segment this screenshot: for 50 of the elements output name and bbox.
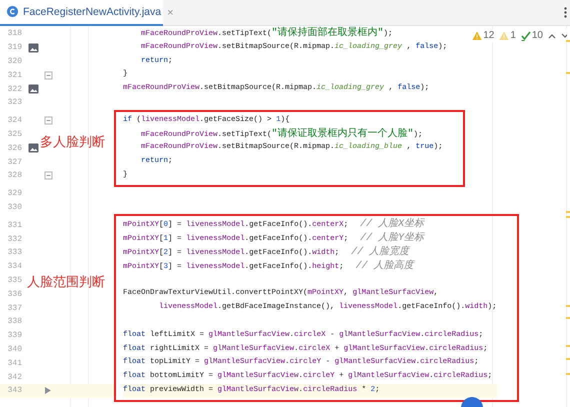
line-number: 332: [6, 234, 22, 244]
line-number: 341: [6, 358, 22, 368]
code-comment: // 人脸Y坐标: [360, 233, 424, 244]
problem-count: 12: [483, 30, 494, 41]
problem-count: 10: [532, 30, 543, 41]
chevron-down-icon[interactable]: [561, 32, 567, 38]
annotation-label: 人脸范围判断: [27, 274, 105, 290]
line-number: 324: [6, 116, 22, 126]
error-stripe-mark[interactable]: [566, 345, 570, 347]
check-icon: [520, 30, 531, 40]
line-number: 319: [6, 43, 22, 52]
line-number: 339: [6, 331, 22, 340]
problem-count: 1: [510, 30, 516, 41]
line-number: 331: [6, 220, 22, 230]
error-stripe-mark[interactable]: [566, 358, 570, 360]
code-comment: // 人脸宽度: [351, 246, 410, 258]
line-number: 323: [6, 98, 22, 108]
line-number: 343: [6, 386, 22, 396]
line-number: 329: [6, 189, 22, 198]
code-comment: // 人脸高度: [356, 260, 414, 272]
line-number: 337: [6, 304, 22, 313]
line-number: 328: [6, 171, 22, 180]
line-number: 322: [6, 84, 22, 94]
line-number: 321: [6, 70, 22, 80]
file-tab[interactable]: FaceRegisterNewActivity.java: [0, 0, 164, 26]
error-stripe-mark[interactable]: [566, 373, 570, 375]
line-number: 325: [6, 130, 22, 139]
string-literal: "请保证取景框内只有一个人脸": [272, 128, 414, 140]
line-number: 327: [6, 158, 22, 167]
annotation-label: 多人脸判断: [40, 134, 105, 150]
line-number: 336: [6, 290, 22, 299]
line-number: 318: [6, 29, 22, 38]
string-literal: "请保持面部在取景框内": [272, 28, 384, 39]
class-file-icon: [7, 6, 18, 17]
line-number: 326: [6, 144, 22, 153]
code-comment: // 人脸X坐标: [360, 219, 424, 230]
line-number: 342: [6, 372, 22, 382]
error-stripe-mark[interactable]: [566, 317, 570, 319]
line-number: 334: [6, 262, 22, 272]
error-stripe-mark[interactable]: [566, 72, 570, 74]
line-number: 330: [6, 202, 22, 212]
error-stripe-mark[interactable]: [566, 305, 570, 307]
line-number: 340: [6, 344, 22, 354]
line-number: 320: [6, 56, 22, 66]
line-number: 335: [6, 276, 22, 285]
line-number: 333: [6, 248, 22, 258]
error-stripe-mark[interactable]: [566, 40, 570, 42]
chevron-up-icon[interactable]: [548, 32, 556, 38]
more-icon: [564, 7, 567, 18]
line-number: 338: [6, 317, 22, 326]
